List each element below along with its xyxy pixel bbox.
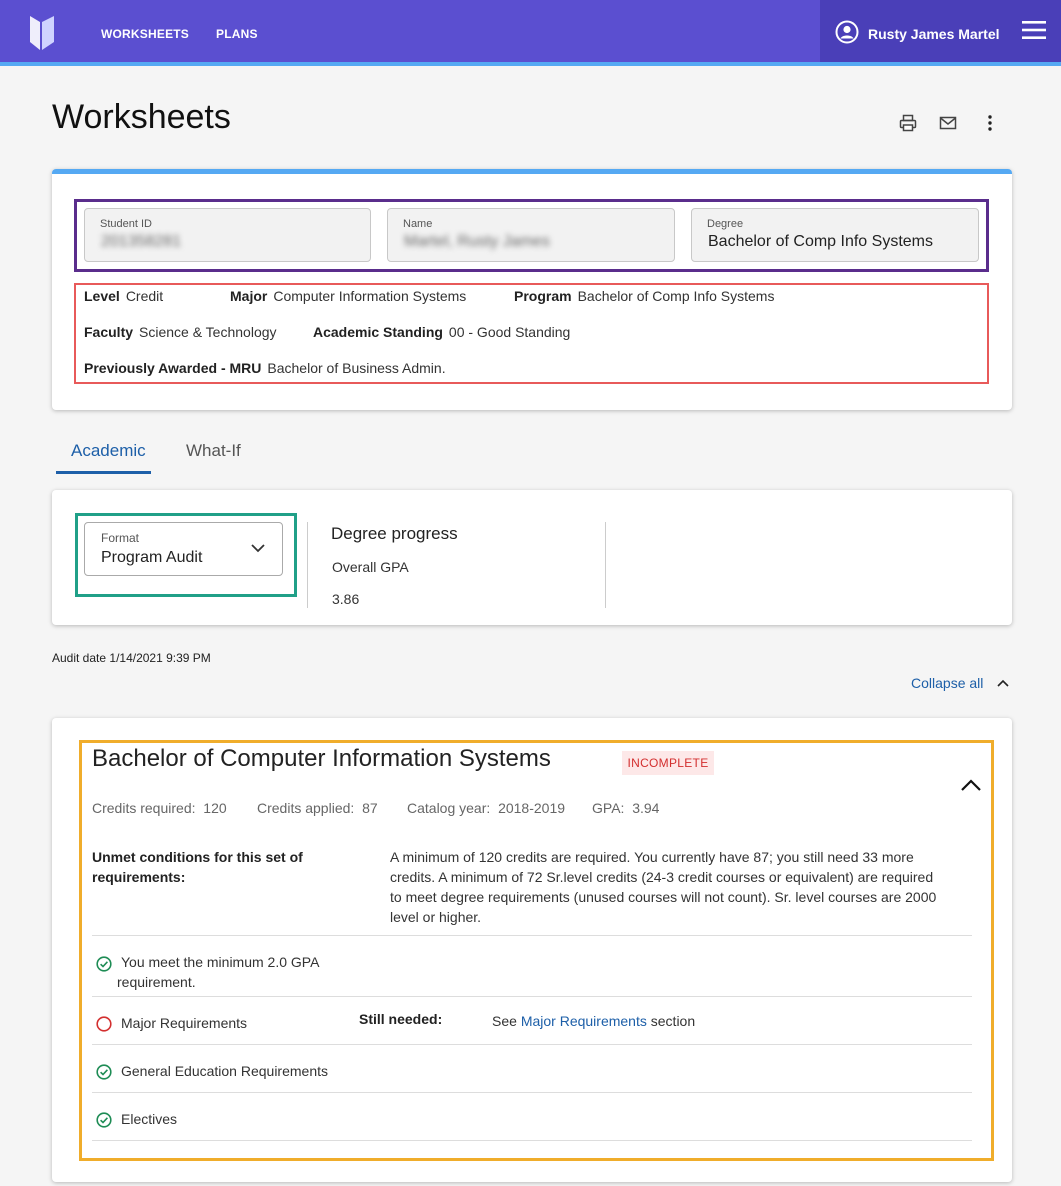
still-needed-text: See Major Requirements section xyxy=(492,1013,695,1029)
tab-academic[interactable]: Academic xyxy=(71,441,146,461)
overall-gpa-value: 3.86 xyxy=(332,591,360,607)
name-field: Name Martel, Rusty James xyxy=(387,208,675,262)
requirement-gen-ed-label: General Education Requirements xyxy=(121,1063,329,1079)
requirement-gpa-label: You meet the minimum 2.0 GPA xyxy=(121,954,320,970)
unmet-conditions-text: credits. A minimum of 72 Sr.level credit… xyxy=(390,869,934,885)
chevron-up-icon xyxy=(997,679,1009,687)
student-id-field: Student ID 201358281 xyxy=(84,208,371,262)
row-divider xyxy=(92,1092,972,1093)
email-icon[interactable] xyxy=(939,114,957,132)
audit-date-label: Audit date xyxy=(52,651,107,665)
catalog-year-value: 2018-2019 xyxy=(498,800,566,816)
program-label: Program xyxy=(514,288,572,304)
standing-info: Academic Standing 00 - Good Standing xyxy=(313,324,570,340)
previously-awarded-label: Previously Awarded - MRU xyxy=(84,360,262,376)
requirement-major-label: Major Requirements xyxy=(121,1015,248,1031)
see-prefix: See xyxy=(492,1013,517,1029)
level-info: Level Credit xyxy=(84,288,163,304)
unmet-conditions-label: Unmet conditions for this set of xyxy=(92,849,303,865)
overall-gpa-label: Overall GPA xyxy=(332,559,409,575)
user-name: Rusty James Martel xyxy=(868,26,1000,42)
standing-label: Academic Standing xyxy=(313,324,443,340)
unmet-conditions-text: level or higher. xyxy=(390,909,482,925)
standing-value: 00 - Good Standing xyxy=(448,324,571,340)
divider xyxy=(307,522,308,608)
hamburger-menu-icon[interactable] xyxy=(1022,20,1046,40)
see-suffix: section xyxy=(650,1013,696,1029)
credits-applied-value: 87 xyxy=(362,800,378,816)
top-navigation-bar: WORKSHEETS PLANS Rusty James Martel xyxy=(0,0,1061,66)
chevron-down-icon xyxy=(251,544,265,553)
format-value: Program Audit xyxy=(101,549,203,566)
program-value: Bachelor of Comp Info Systems xyxy=(577,288,775,304)
level-label: Level xyxy=(84,288,120,304)
tab-what-if[interactable]: What-If xyxy=(186,441,241,461)
block-gpa-label: GPA: xyxy=(592,800,625,816)
check-circle-icon xyxy=(96,956,112,972)
divider xyxy=(605,522,606,608)
account-circle-icon xyxy=(835,20,859,44)
requirement-electives-label: Electives xyxy=(121,1111,178,1127)
credits-required-value: 120 xyxy=(203,800,227,816)
faculty-label: Faculty xyxy=(84,324,134,340)
nav-plans-link[interactable]: PLANS xyxy=(216,27,258,41)
block-gpa: GPA: 3.94 xyxy=(592,800,659,816)
print-icon[interactable] xyxy=(899,114,917,132)
row-divider xyxy=(92,1140,972,1141)
page-title: Worksheets xyxy=(52,98,231,136)
student-id-value: 201358281 xyxy=(101,233,182,250)
major-info: Major Computer Information Systems xyxy=(230,288,466,304)
level-value: Credit xyxy=(125,288,164,304)
faculty-info: Faculty Science & Technology xyxy=(84,324,277,340)
faculty-value: Science & Technology xyxy=(139,324,277,340)
collapse-all-button[interactable]: Collapse all xyxy=(911,675,983,691)
block-gpa-value: 3.94 xyxy=(632,800,660,816)
format-label: Format xyxy=(101,531,140,545)
credits-required-label: Credits required: xyxy=(92,800,196,816)
major-requirements-link[interactable]: Major Requirements xyxy=(521,1013,647,1029)
incomplete-circle-icon xyxy=(96,1016,112,1032)
active-tab-indicator xyxy=(56,471,151,474)
row-divider xyxy=(92,1044,972,1045)
check-circle-icon xyxy=(96,1064,112,1080)
card-accent-stripe xyxy=(52,169,1012,174)
catalog-year-label: Catalog year: xyxy=(407,800,491,816)
row-divider xyxy=(92,996,972,997)
audit-date-value: 1/14/2021 9:39 PM xyxy=(109,651,211,665)
catalog-year: Catalog year: 2018-2019 xyxy=(407,800,565,816)
chevron-up-icon[interactable] xyxy=(960,778,982,792)
shield-logo-icon[interactable] xyxy=(28,14,56,52)
format-select[interactable]: Format Program Audit xyxy=(84,522,283,576)
audit-date: Audit date 1/14/2021 9:39 PM xyxy=(52,651,211,665)
unmet-conditions-text: A minimum of 120 credits are required. Y… xyxy=(390,849,914,865)
header-accent-line xyxy=(0,62,1061,66)
degree-label: Degree xyxy=(707,218,744,230)
program-info: Program Bachelor of Comp Info Systems xyxy=(514,288,774,304)
major-label: Major xyxy=(230,288,268,304)
credits-required: Credits required: 120 xyxy=(92,800,227,816)
nav-worksheets-link[interactable]: WORKSHEETS xyxy=(101,27,189,41)
major-value: Computer Information Systems xyxy=(273,288,467,304)
requirement-gpa-label: requirement. xyxy=(117,974,196,990)
collapse-all-label: Collapse all xyxy=(911,675,984,691)
previously-awarded-info: Previously Awarded - MRU Bachelor of Busi… xyxy=(84,360,446,376)
user-menu[interactable]: Rusty James Martel xyxy=(820,0,1061,62)
name-value: Martel, Rusty James xyxy=(404,233,550,250)
degree-field[interactable]: Degree Bachelor of Comp Info Systems xyxy=(691,208,979,262)
degree-value: Bachelor of Comp Info Systems xyxy=(708,233,933,250)
degree-progress-title: Degree progress xyxy=(331,524,458,543)
status-badge: INCOMPLETE xyxy=(622,751,714,775)
more-vertical-icon[interactable] xyxy=(981,114,999,132)
credits-applied-label: Credits applied: xyxy=(257,800,355,816)
previously-awarded-value: Bachelor of Business Admin. xyxy=(267,360,446,376)
credits-applied: Credits applied: 87 xyxy=(257,800,378,816)
still-needed-label: Still needed: xyxy=(359,1011,443,1027)
check-circle-icon xyxy=(96,1112,112,1128)
name-label: Name xyxy=(403,218,433,230)
student-id-label: Student ID xyxy=(100,218,152,230)
unmet-conditions-text: to meet degree requirements (unused cour… xyxy=(390,889,937,905)
unmet-conditions-label: requirements: xyxy=(92,869,186,885)
row-divider xyxy=(92,935,972,936)
block-title: Bachelor of Computer Information Systems xyxy=(92,745,551,772)
